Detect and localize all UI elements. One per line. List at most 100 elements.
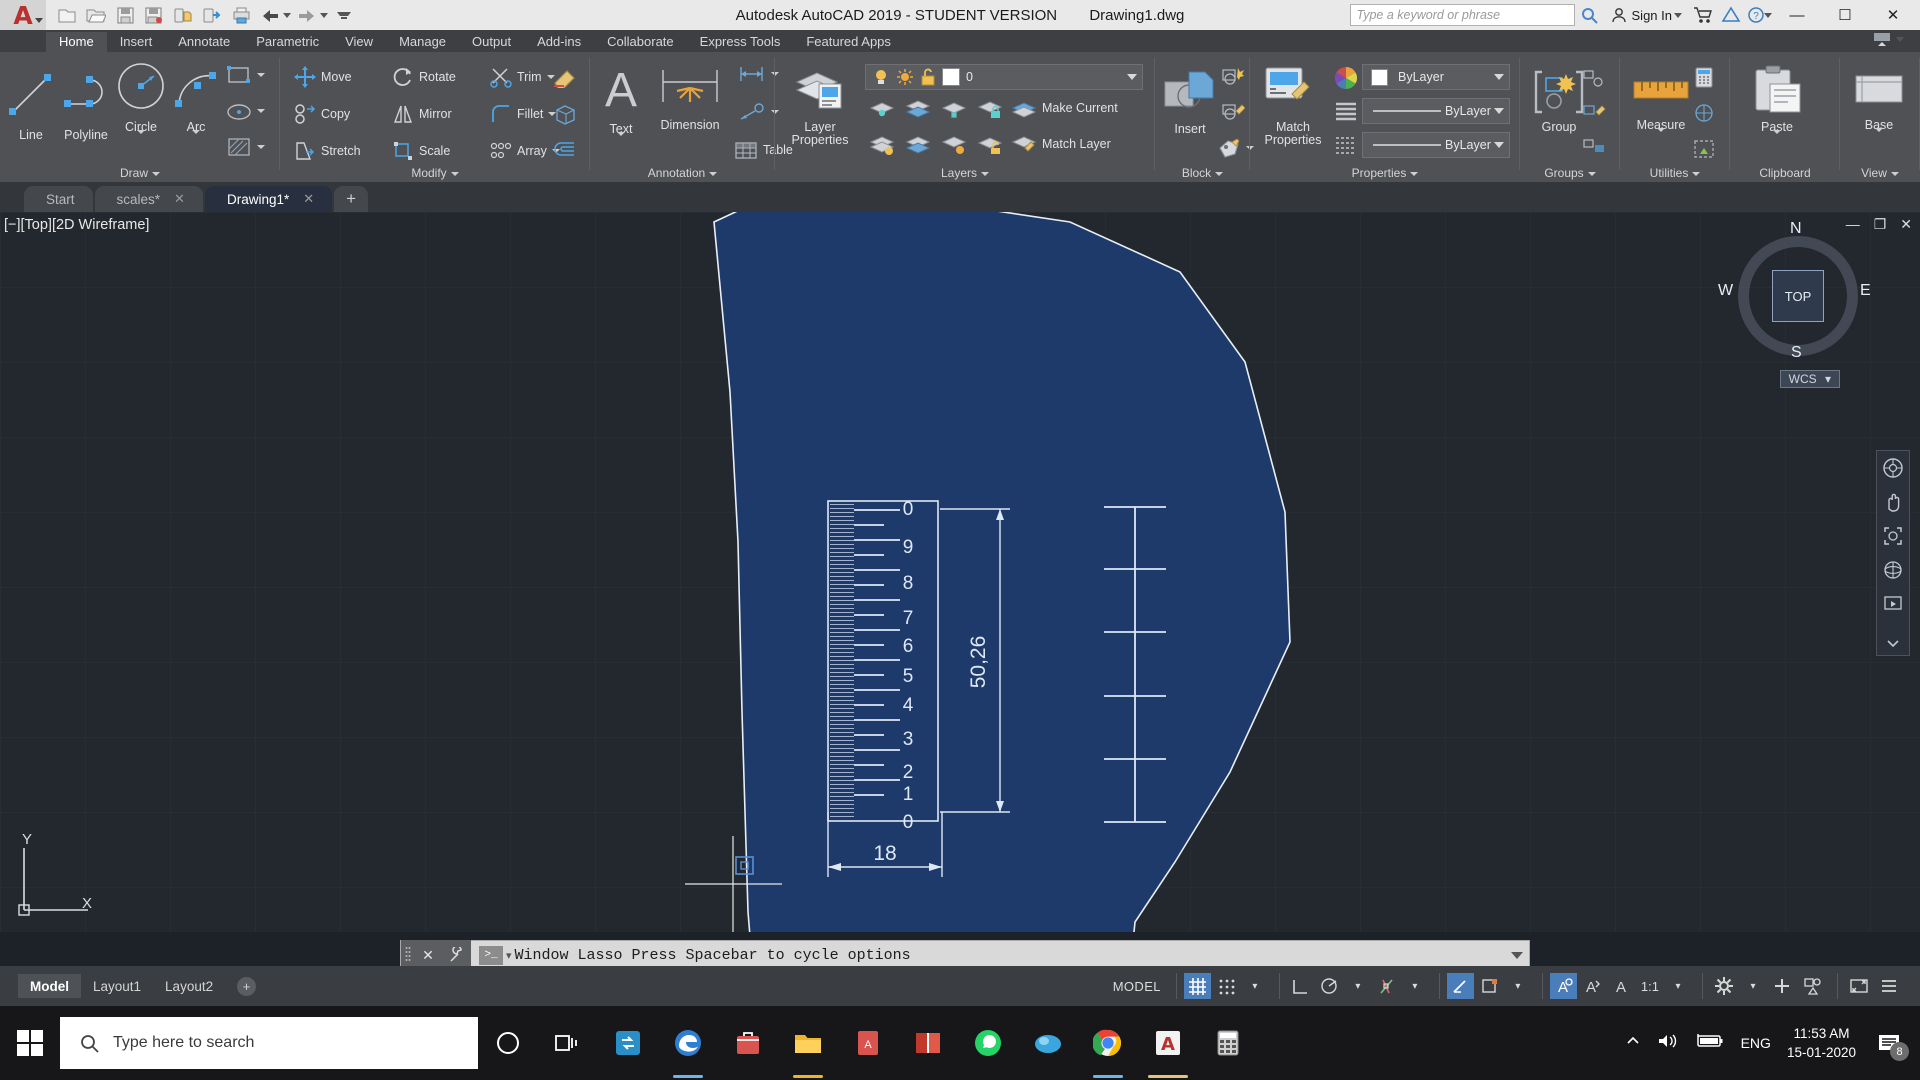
autocad-icon[interactable]: A: [1138, 1006, 1198, 1080]
store-sync-icon[interactable]: [598, 1006, 658, 1080]
clean-screen-button[interactable]: [1845, 973, 1873, 999]
viewport-maximize-icon[interactable]: ❐: [1874, 216, 1887, 233]
file-explorer-icon[interactable]: [778, 1006, 838, 1080]
osnap-dropdown-icon[interactable]: ▾: [1402, 973, 1428, 999]
ellipse-tool[interactable]: [226, 100, 265, 122]
quick-calculator-button[interactable]: [1692, 66, 1716, 88]
view-cube-west-label[interactable]: W: [1718, 282, 1733, 300]
plot-preview-icon[interactable]: [170, 2, 196, 28]
microsoft-store-icon[interactable]: [718, 1006, 778, 1080]
group-selection-toggle[interactable]: [1582, 136, 1606, 156]
polyline-tool[interactable]: Polyline: [55, 62, 117, 142]
chevron-down-icon[interactable]: [1494, 108, 1504, 114]
polar-dropdown-icon[interactable]: ▾: [1345, 973, 1371, 999]
ribbon-tab-collaborate[interactable]: Collaborate: [594, 32, 687, 52]
layer-properties-tool[interactable]: Layer Properties: [781, 64, 859, 147]
layout-tab-layout2[interactable]: Layout2: [153, 974, 225, 998]
layer-turn-all-on-button[interactable]: [941, 136, 967, 156]
leader-tool[interactable]: [738, 102, 779, 122]
layer-merge-button[interactable]: [905, 136, 931, 156]
snap-mode-toggle[interactable]: [1213, 973, 1240, 999]
insert-block-tool[interactable]: Insert: [1159, 64, 1221, 136]
whatsapp-icon[interactable]: [958, 1006, 1018, 1080]
autodesk-app-icon[interactable]: [1718, 2, 1744, 28]
text-tool[interactable]: A Text: [590, 60, 652, 154]
stretch-tool[interactable]: Stretch: [294, 140, 361, 162]
circle-dropdown-icon[interactable]: [137, 130, 145, 151]
annotation-scale-icon[interactable]: A: [1608, 973, 1635, 999]
layer-previous-button[interactable]: [869, 136, 895, 156]
new-file-tab-button[interactable]: +: [334, 186, 369, 212]
move-tool[interactable]: Move: [294, 66, 352, 88]
new-file-icon[interactable]: [54, 2, 80, 28]
fillet-tool[interactable]: Fillet: [490, 103, 557, 125]
autoscale-toggle[interactable]: A: [1579, 973, 1606, 999]
save-icon[interactable]: [112, 2, 138, 28]
ribbon-tab-manage[interactable]: Manage: [386, 32, 459, 52]
minimize-button[interactable]: —: [1774, 0, 1820, 30]
polar-tracking-toggle[interactable]: [1316, 973, 1343, 999]
create-block-button[interactable]: [1221, 66, 1245, 86]
help-search-icon[interactable]: [1577, 2, 1603, 28]
ribbon-tab-addins[interactable]: Add-ins: [524, 32, 594, 52]
annotation-scale-value[interactable]: 1:1: [1637, 973, 1663, 999]
undo-icon[interactable]: [257, 2, 283, 28]
isolate-objects-button[interactable]: [1798, 973, 1826, 999]
file-tab-scales[interactable]: scales* ✕: [94, 186, 203, 212]
trim-tool[interactable]: Trim: [490, 66, 555, 88]
cart-icon[interactable]: [1690, 2, 1716, 28]
redo-dropdown-icon[interactable]: [320, 12, 328, 18]
application-menu-button[interactable]: A: [0, 0, 46, 30]
model-space-button[interactable]: MODEL: [1109, 973, 1165, 999]
arc-tool[interactable]: Arc: [165, 58, 227, 152]
utilities-more-button[interactable]: [1692, 138, 1716, 160]
ribbon-tab-insert[interactable]: Insert: [107, 32, 166, 52]
ellipse-dropdown-icon[interactable]: [257, 109, 265, 113]
measure-tool[interactable]: Measure: [1630, 66, 1692, 150]
match-layer-button[interactable]: Match Layer: [1011, 134, 1111, 154]
rectangle-tool[interactable]: [226, 64, 265, 86]
group-edit-button[interactable]: [1582, 102, 1606, 122]
layer-off-button[interactable]: [941, 100, 967, 120]
view-cube[interactable]: TOP N S E W: [1718, 220, 1871, 361]
base-view-dropdown-icon[interactable]: [1875, 128, 1883, 149]
ucs-dropdown-icon[interactable]: ▾: [1505, 973, 1531, 999]
volume-icon[interactable]: [1657, 1032, 1679, 1055]
group-tool[interactable]: Group: [1528, 68, 1590, 134]
erase-tool[interactable]: [552, 66, 580, 88]
customization-dropdown-icon[interactable]: ▾: [1740, 973, 1766, 999]
viewport-label[interactable]: [−][Top][2D Wireframe]: [4, 217, 149, 233]
rectangle-dropdown-icon[interactable]: [257, 73, 265, 77]
layout-tab-model[interactable]: Model: [18, 974, 81, 998]
close-icon[interactable]: ✕: [174, 191, 185, 207]
object-snap-toggle[interactable]: [1373, 973, 1400, 999]
rotate-tool[interactable]: Rotate: [392, 66, 456, 88]
command-line-expand-icon[interactable]: [1511, 951, 1523, 959]
linear-dimension-tool[interactable]: [738, 64, 779, 84]
undo-dropdown-icon[interactable]: [283, 12, 291, 18]
ungroup-button[interactable]: [1582, 68, 1606, 88]
print-icon[interactable]: [228, 2, 254, 28]
lineweight-dropdown[interactable]: ByLayer: [1362, 132, 1510, 158]
notification-center-button[interactable]: 8: [1872, 1026, 1909, 1061]
view-cube-east-label[interactable]: E: [1860, 282, 1871, 300]
media-player-icon[interactable]: [1018, 1006, 1078, 1080]
circle-tool[interactable]: Circle: [110, 58, 172, 152]
taskbar-clock[interactable]: 11:53 AM 15-01-2020: [1787, 1024, 1856, 1062]
battery-icon[interactable]: [1695, 1033, 1725, 1054]
snap-dropdown-icon[interactable]: ▾: [1242, 973, 1268, 999]
scale-dropdown-icon[interactable]: ▾: [1665, 973, 1691, 999]
search-input[interactable]: Type a keyword or phrase: [1349, 4, 1575, 26]
linetype-dropdown[interactable]: ByLayer: [1362, 98, 1510, 124]
point-style-button[interactable]: [1692, 102, 1716, 124]
view-cube-south-label[interactable]: S: [1791, 344, 1802, 362]
layer-isolate-button[interactable]: [869, 100, 895, 120]
ribbon-display-options-icon[interactable]: [1869, 26, 1895, 52]
maximize-button[interactable]: ☐: [1822, 0, 1868, 30]
ribbon-tab-annotate[interactable]: Annotate: [165, 32, 243, 52]
layer-unlock-all-button[interactable]: [977, 136, 1003, 156]
paste-tool[interactable]: Paste: [1746, 64, 1808, 152]
viewport-close-icon[interactable]: ✕: [1900, 216, 1912, 233]
viewport-minimize-icon[interactable]: —: [1846, 216, 1860, 233]
arc-dropdown-icon[interactable]: [192, 130, 200, 151]
